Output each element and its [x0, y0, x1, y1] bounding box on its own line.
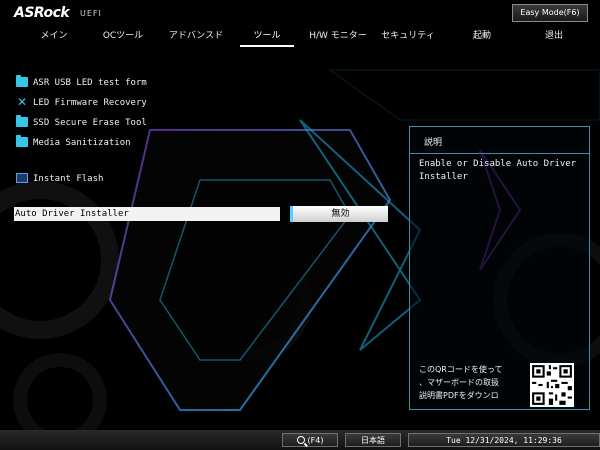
- search-shortcut: (F4): [307, 436, 324, 445]
- tab-advanced[interactable]: アドバンスド: [164, 27, 228, 45]
- qr-caption: このQRコードを使って 、マザーボードの取扱 説明書PDFをダウンロ: [419, 363, 519, 402]
- search-icon: [296, 435, 305, 444]
- folder-icon: [16, 74, 28, 87]
- language-button[interactable]: 日本語: [345, 433, 401, 447]
- tool-item-media-sanitization[interactable]: Media Sanitization: [16, 134, 131, 151]
- setting-label: Auto Driver Installer: [15, 209, 129, 219]
- tool-item-label: LED Firmware Recovery: [33, 98, 147, 108]
- auto-driver-installer-value[interactable]: 無効: [290, 206, 388, 222]
- tool-item-label: Media Sanitization: [33, 138, 131, 148]
- help-panel: 説明 Enable or Disable Auto Driver Install…: [409, 126, 590, 410]
- tab-oc-tools[interactable]: OCツール: [100, 27, 146, 45]
- tab-hw-monitor[interactable]: H/W モニター: [308, 27, 368, 45]
- qr-caption-line: このQRコードを使って: [419, 365, 503, 374]
- tab-security[interactable]: セキュリティ: [376, 27, 440, 45]
- help-divider: [410, 153, 589, 154]
- folder-icon: [16, 134, 28, 147]
- tool-item-instant-flash[interactable]: Instant Flash: [16, 171, 103, 187]
- flash-icon: [16, 172, 28, 183]
- tool-item-label: ASR USB LED test form: [33, 78, 147, 88]
- tab-exit[interactable]: 退出: [536, 27, 572, 45]
- tool-item-asr-usb-led[interactable]: ASR USB LED test form: [16, 74, 147, 91]
- help-text: Enable or Disable Auto Driver Installer: [419, 159, 577, 182]
- top-bar: ASRock UEFI Easy Mode(F6): [0, 0, 600, 24]
- tool-item-ssd-secure-erase[interactable]: SSD Secure Erase Tool: [16, 114, 147, 131]
- tab-boot[interactable]: 起動: [464, 27, 500, 45]
- tools-icon: ✕: [16, 94, 28, 109]
- tool-item-label: SSD Secure Erase Tool: [33, 118, 147, 128]
- tool-item-led-firmware-recovery[interactable]: ✕ LED Firmware Recovery: [16, 95, 147, 111]
- search-button[interactable]: (F4): [282, 433, 338, 447]
- uefi-label: UEFI: [80, 9, 102, 18]
- asrock-logo: ASRock: [14, 5, 70, 21]
- tab-main[interactable]: メイン: [34, 27, 74, 45]
- bottom-bar: (F4) 日本語 Tue 12/31/2024, 11:29:36: [0, 430, 600, 450]
- main-menu: メイン OCツール アドバンスド ツール H/W モニター セキュリティ 起動 …: [0, 27, 600, 47]
- easy-mode-button[interactable]: Easy Mode(F6): [512, 4, 588, 22]
- setting-auto-driver-installer[interactable]: Auto Driver Installer: [14, 207, 280, 221]
- help-title: 説明: [424, 138, 443, 148]
- qr-caption-line: 、マザーボードの取扱: [419, 378, 499, 387]
- tool-item-label: Instant Flash: [33, 174, 104, 184]
- qr-code: [530, 363, 574, 407]
- tab-tools[interactable]: ツール: [240, 27, 294, 47]
- folder-icon: [16, 114, 28, 127]
- datetime-display: Tue 12/31/2024, 11:29:36: [408, 433, 600, 447]
- qr-caption-line: 説明書PDFをダウンロ: [419, 391, 499, 400]
